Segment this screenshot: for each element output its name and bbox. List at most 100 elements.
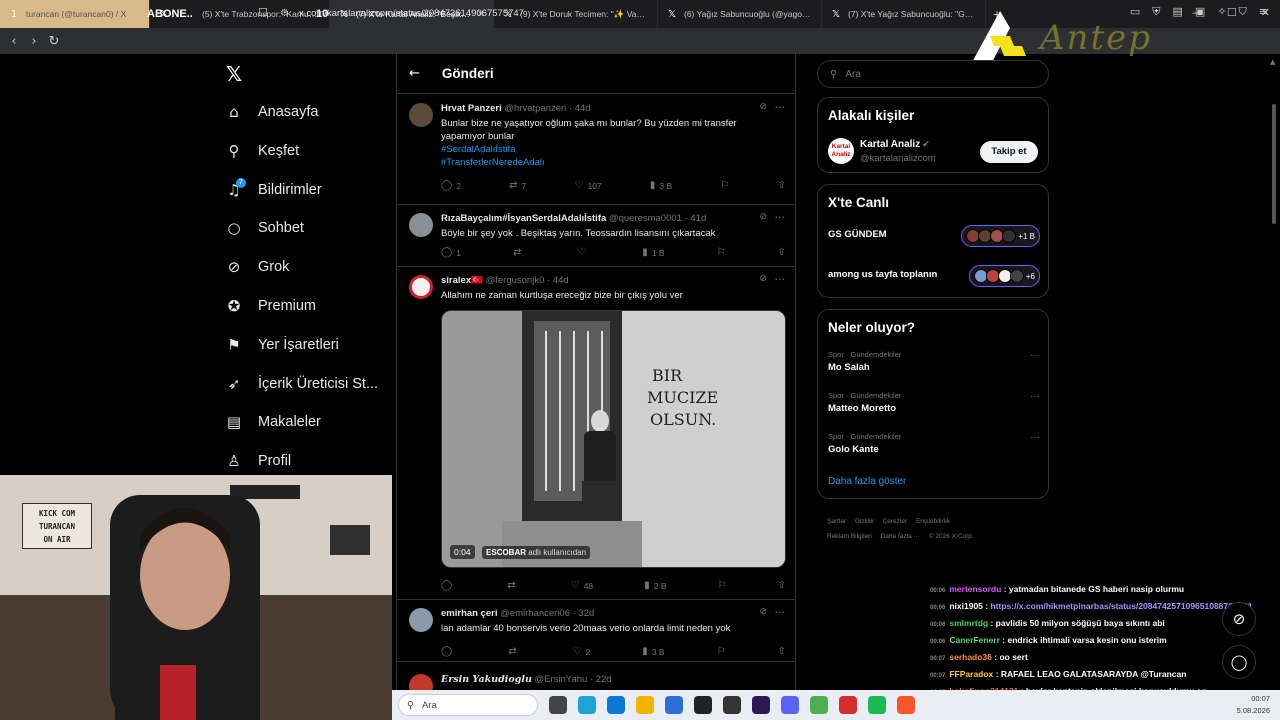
back-icon[interactable]: ‹ xyxy=(4,34,24,49)
nav-chat[interactable]: ○ Sohbet xyxy=(224,213,304,243)
nav-home[interactable]: ⌂ Anasayfa xyxy=(224,97,318,127)
browser-tab[interactable]: 1 turancan (@turancan0) / X xyxy=(0,0,150,28)
wallet-icon[interactable]: ▣ xyxy=(1195,5,1205,19)
grok-explain-icon[interactable]: ⊘ xyxy=(759,212,767,222)
nav-explore[interactable]: ⚲ Keşfet xyxy=(224,136,300,166)
grok-float-button[interactable]: ⊘ xyxy=(1222,602,1256,636)
chat-username[interactable]: nixi1905 xyxy=(949,601,983,611)
trend-item[interactable]: Spor · Gündemdekiler Matteo Moretto ··· xyxy=(828,391,1040,414)
post-video[interactable]: BIR MUCIZE OLSUN. 0:04 ESCOBAR adlı kull… xyxy=(441,310,786,568)
nav-creator-studio[interactable]: ➶ İçerik Üreticisi St... xyxy=(224,369,378,399)
brave-shield-icon[interactable]: ⛨ xyxy=(1152,5,1160,19)
share-button[interactable]: ⇧ xyxy=(778,580,786,591)
share-button[interactable]: ⇧ xyxy=(778,180,786,191)
reply-post[interactable]: emirhan çeri @emirhanceri06 · 32d ⊘ ··· … xyxy=(397,600,795,662)
scroll-up-icon[interactable]: ▲ xyxy=(1270,58,1275,66)
author-name[interactable]: RızaBayçalım#İsyanSerdalAdalıİstifa xyxy=(441,213,606,224)
chat-username[interactable]: CanerFenerr xyxy=(949,635,1000,645)
more-options-icon[interactable]: ··· xyxy=(1030,432,1040,443)
like-button[interactable]: ♡ 2 xyxy=(573,646,591,657)
footer-link[interactable]: Reklam Bilgileri xyxy=(827,533,872,540)
follow-button[interactable]: Takip et xyxy=(980,141,1038,163)
taskbar-search[interactable]: ⚲ Ara xyxy=(398,694,538,716)
avatar[interactable] xyxy=(409,275,433,299)
reply-button[interactable]: ◯ xyxy=(441,580,456,591)
trend-item[interactable]: Spor · Gündemdekiler Mo Salah ··· xyxy=(828,350,1040,373)
author-handle[interactable]: @emirhanceri06 · 32d xyxy=(500,608,594,619)
live-space-item[interactable]: among us tayfa toplanın +6 xyxy=(828,265,1040,289)
brave-icon[interactable] xyxy=(897,696,915,714)
repost-button[interactable]: ⇄ xyxy=(513,247,525,258)
more-options-icon[interactable]: ··· xyxy=(775,211,786,224)
like-button[interactable]: ♡ xyxy=(577,247,590,258)
footer-link[interactable]: Şartlar xyxy=(827,518,846,525)
like-button[interactable]: ♡ 107 xyxy=(575,180,602,191)
nav-premium[interactable]: ✪ Premium xyxy=(224,291,316,321)
reply-post[interactable]: Hrvat Panzeri @hrvatpanzeri · 44d ⊘ ··· … xyxy=(397,95,795,205)
nav-grok[interactable]: ⊘ Grok xyxy=(224,252,290,282)
site-info-icon[interactable]: ⚙ xyxy=(280,8,289,19)
chat-link[interactable]: https://x.com/hikmetpinarbas/status/2084… xyxy=(990,601,1252,611)
spotify-icon[interactable] xyxy=(868,696,886,714)
reply-button[interactable]: ◯ 1 xyxy=(441,247,461,258)
grok-explain-icon[interactable]: ⊘ xyxy=(759,274,767,284)
reply-button[interactable]: ◯ xyxy=(441,646,456,657)
chat-username[interactable]: serhado36 xyxy=(949,652,992,662)
chat-username[interactable]: smlmrtdg xyxy=(949,618,988,628)
repost-button[interactable]: ⇄ 7 xyxy=(509,180,526,191)
capcut-icon[interactable] xyxy=(723,696,741,714)
menu-icon[interactable]: ≡ xyxy=(1259,5,1268,19)
like-button[interactable]: ♡ 48 xyxy=(571,580,593,591)
author-handle[interactable]: @hrvatpanzeri · 44d xyxy=(504,103,590,114)
save-bookmark-button[interactable]: ⚐ xyxy=(718,580,727,591)
more-options-icon[interactable]: ··· xyxy=(775,273,786,286)
hashtag-link[interactable]: #TransferlerNeredeAdalı xyxy=(441,156,781,169)
live-listeners[interactable]: +1 B xyxy=(961,225,1040,247)
author-name[interactable]: Hrvat Panzeri xyxy=(441,103,502,114)
bookmark-page-icon[interactable]: ☐ xyxy=(258,6,268,19)
footer-link[interactable]: Çerezler xyxy=(883,518,908,525)
footer-link[interactable]: Gizlilik xyxy=(855,518,874,525)
avatar[interactable] xyxy=(409,608,433,632)
live-space-item[interactable]: GS GÜNDEM +1 B xyxy=(828,225,1040,249)
back-arrow-icon[interactable]: ← xyxy=(409,66,420,81)
author-name[interactable]: Ersin Yakudioglu xyxy=(441,674,532,685)
save-bookmark-button[interactable]: ⚐ xyxy=(717,646,726,657)
share-button[interactable]: ⇧ xyxy=(778,247,786,258)
taskbar-clock[interactable]: 00:07 5.08.2026 xyxy=(1237,693,1270,717)
share-button[interactable]: ⇧ xyxy=(778,646,786,657)
file-explorer-icon[interactable] xyxy=(636,696,654,714)
edge-icon[interactable] xyxy=(578,696,596,714)
related-user-name[interactable]: Kartal Analiz ✔ xyxy=(860,139,930,150)
video-source[interactable]: ESCOBAR adlı kullanıcıdan xyxy=(482,546,591,559)
avatar[interactable]: Kartal Analiz xyxy=(828,138,854,164)
author-handle[interactable]: @fergusonjk0 · 44d xyxy=(486,275,569,286)
author-name[interactable]: emirhan çeri xyxy=(441,608,498,619)
steam-icon[interactable] xyxy=(694,696,712,714)
sidebar-icon[interactable]: ▤ xyxy=(1173,5,1183,19)
related-user-handle[interactable]: @kartalanalizcom xyxy=(860,153,936,164)
author-handle[interactable]: @queresma0001 · 41d xyxy=(609,213,706,224)
more-options-icon[interactable]: ··· xyxy=(1030,350,1040,361)
messages-float-button[interactable]: ◯ xyxy=(1222,645,1256,679)
nav-profile[interactable]: ♙ Profil xyxy=(224,446,291,476)
views-button[interactable]: ▮ 3 B xyxy=(650,180,672,191)
chat-username[interactable]: FFParadox xyxy=(949,669,993,679)
scroll-thumb[interactable] xyxy=(1272,104,1276,224)
reply-post[interactable]: RızaBayçalım#İsyanSerdalAdalıİstifa @que… xyxy=(397,205,795,267)
nav-bookmarks[interactable]: ⚑ Yer İşaretleri xyxy=(224,330,339,360)
more-options-icon[interactable]: ··· xyxy=(775,606,786,619)
reload-icon[interactable]: ↻ xyxy=(44,34,64,49)
obs-icon[interactable] xyxy=(839,696,857,714)
avatar[interactable] xyxy=(409,103,433,127)
more-options-icon[interactable]: ··· xyxy=(775,101,786,114)
task-view-icon[interactable] xyxy=(549,696,567,714)
more-options-icon[interactable]: ··· xyxy=(1030,391,1040,402)
trend-item[interactable]: Spor · Gündemdekiler Golo Kante ··· xyxy=(828,432,1040,455)
author-handle[interactable]: @ErsinYahu · 22d xyxy=(535,674,612,685)
views-button[interactable]: ▮ 2 B xyxy=(644,580,666,591)
views-button[interactable]: ▮ 3 B xyxy=(642,646,664,657)
footer-link[interactable]: Erişilebilirlik xyxy=(916,518,950,525)
premiere-icon[interactable] xyxy=(752,696,770,714)
discord-icon[interactable] xyxy=(781,696,799,714)
